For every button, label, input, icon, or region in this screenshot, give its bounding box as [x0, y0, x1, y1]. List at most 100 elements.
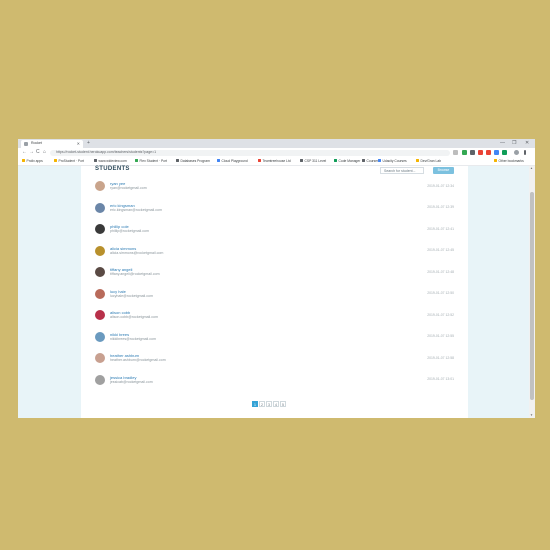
bookmark-icon — [334, 158, 337, 162]
avatar — [95, 310, 105, 320]
student-date: 2019-01-07 12:34 — [427, 183, 454, 188]
student-row[interactable]: eric kingsman eric.kingsman@rocketgmail.… — [81, 202, 468, 224]
other-bookmarks[interactable]: Other bookmarks — [494, 159, 524, 163]
page-button-1[interactable]: 1 — [252, 401, 258, 407]
scroll-up-icon[interactable]: ▲ — [530, 166, 533, 170]
bookmark-icon — [362, 158, 365, 162]
page-content: STUDENTS Search for student... Browse ry… — [18, 166, 535, 418]
avatar — [95, 245, 105, 256]
bookmark-item[interactable]: Prolix apps — [22, 159, 43, 163]
student-email: lucyhale@rocketgmail.com — [110, 293, 153, 298]
bookmark-item[interactable]: Cloud Playground — [217, 159, 248, 163]
tab-bar: Rocket ✕ + — ❐ ✕ — [18, 139, 535, 148]
student-date: 2019-01-07 12:41 — [427, 226, 454, 231]
student-date: 2019-01-07 13:01 — [427, 377, 454, 381]
student-date: 2019-01-07 12:39 — [427, 205, 454, 209]
close-window-button[interactable]: ✕ — [525, 140, 529, 146]
bookmark-icon — [416, 158, 419, 162]
student-date: 2019-01-07 12:48 — [427, 269, 454, 274]
extension-icon[interactable] — [494, 150, 499, 155]
bookmarks-bar: Prolix apps ProStudent · Port www.widevi… — [18, 157, 535, 166]
avatar — [95, 202, 105, 213]
bookmark-icon — [176, 158, 179, 162]
tab-close-icon[interactable]: ✕ — [77, 141, 80, 146]
new-tab-button[interactable]: + — [87, 140, 90, 146]
student-email: nikkibrees@rocketgmail.com — [110, 336, 156, 341]
extension-icon[interactable] — [502, 150, 507, 155]
student-email: alison.cobb@rocketgmail.com — [110, 315, 158, 319]
reload-icon[interactable]: C — [36, 149, 40, 155]
students-panel: STUDENTS Search for student... Browse ry… — [81, 166, 468, 418]
avatar — [95, 288, 105, 299]
student-email: heather.ashburn@rocketgmail.com — [110, 358, 166, 362]
student-date: 2019-01-07 12:50 — [427, 291, 454, 295]
bookmark-item[interactable]: Teamtreehouse Ltd — [258, 159, 291, 163]
student-date: 2019-01-07 12:52 — [427, 312, 454, 317]
maximize-button[interactable]: ❐ — [512, 140, 516, 146]
student-date: 2019-01-07 12:55 — [427, 334, 454, 338]
bookmark-item[interactable]: Code Manager — [334, 159, 360, 163]
student-row[interactable]: heather ashburn heather.ashburn@rocketgm… — [81, 353, 468, 374]
bookmark-item[interactable]: Databases Program — [176, 159, 210, 163]
bookmark-item[interactable]: www.wideview.com — [94, 159, 127, 163]
page-title: STUDENTS — [95, 166, 130, 172]
student-date: 2019-01-07 12:45 — [427, 248, 454, 252]
bookmark-icon — [22, 158, 25, 162]
page-button-5[interactable]: 5 — [280, 401, 286, 407]
minimize-button[interactable]: — — [500, 140, 505, 146]
student-email: ryan@rocketgmail.com — [110, 186, 147, 190]
tab-title: Rocket — [31, 141, 42, 145]
student-row[interactable]: phillip cole phillip@rocketgmail.com 201… — [81, 224, 468, 245]
bookmark-icon — [378, 158, 381, 162]
student-date: 2019-01-07 12:58 — [427, 355, 454, 360]
student-row[interactable]: ryan yee ryan@rocketgmail.com 2019-01-07… — [81, 181, 468, 202]
page-button-3[interactable]: 3 — [266, 401, 272, 407]
student-email: eric.kingsman@rocketgmail.com — [110, 207, 162, 212]
student-row[interactable]: alicia simmons alicia.simmons@rocketgmai… — [81, 245, 468, 267]
avatar — [95, 224, 105, 234]
avatar — [95, 267, 105, 277]
page-button-2[interactable]: 2 — [259, 401, 265, 407]
url-text[interactable]: https://rocket-student.herokuapp.com/tea… — [56, 150, 156, 154]
home-icon[interactable]: ⌂ — [43, 149, 46, 155]
back-icon[interactable]: ← — [22, 149, 27, 155]
page-button-4[interactable]: 4 — [273, 401, 279, 407]
student-email: tiffany.angeli@rocketgmail.com — [110, 272, 160, 276]
browser-tab[interactable]: Rocket ✕ — [21, 140, 83, 148]
menu-icon[interactable] — [524, 150, 526, 155]
student-row[interactable]: jessica bradley jessicab@rocketgmail.com… — [81, 374, 468, 396]
favicon-icon — [24, 142, 28, 146]
search-button[interactable]: Browse — [433, 167, 454, 174]
forward-icon[interactable]: → — [29, 149, 34, 155]
bookmark-item[interactable]: ProStudent · Port — [54, 159, 84, 163]
avatar — [95, 331, 105, 342]
avatar — [95, 353, 105, 363]
extension-icon[interactable] — [478, 150, 483, 155]
student-email: alicia.simmons@rocketgmail.com — [110, 250, 164, 255]
bookmark-icon — [94, 158, 97, 162]
student-row[interactable]: alison cobb alison.cobb@rocketgmail.com … — [81, 310, 468, 331]
profile-icon[interactable] — [514, 150, 519, 155]
star-icon[interactable] — [453, 150, 458, 155]
bookmark-item[interactable]: Udacity Courses — [378, 159, 407, 163]
bookmark-icon — [258, 158, 261, 162]
bookmark-item[interactable]: Dev/Gran Lab — [416, 159, 441, 163]
extension-icon[interactable] — [486, 150, 491, 155]
student-email: jessicab@rocketgmail.com — [110, 379, 153, 384]
url-bar[interactable]: https://rocket-student.herokuapp.com/tea… — [50, 149, 450, 156]
search-input[interactable]: Search for student... — [380, 167, 424, 174]
bookmark-icon — [217, 158, 220, 162]
bookmark-item[interactable]: Flex Student · Port — [135, 159, 167, 163]
student-row[interactable]: nikki brees nikkibrees@rocketgmail.com 2… — [81, 331, 468, 353]
extension-icon[interactable] — [462, 150, 467, 155]
student-row[interactable]: lucy hale lucyhale@rocketgmail.com 2019-… — [81, 288, 468, 310]
bookmark-item[interactable]: CSP 311 Level — [300, 159, 326, 163]
extension-icon[interactable] — [470, 150, 475, 155]
avatar — [95, 181, 105, 191]
bookmark-icon — [135, 158, 138, 162]
scrollbar-thumb[interactable] — [530, 192, 534, 400]
scrollbar[interactable]: ▲ ▼ — [529, 166, 535, 418]
bookmark-icon — [300, 158, 303, 162]
student-row[interactable]: tiffany angeli tiffany.angeli@rocketgmai… — [81, 267, 468, 288]
scroll-down-icon[interactable]: ▼ — [530, 413, 533, 417]
